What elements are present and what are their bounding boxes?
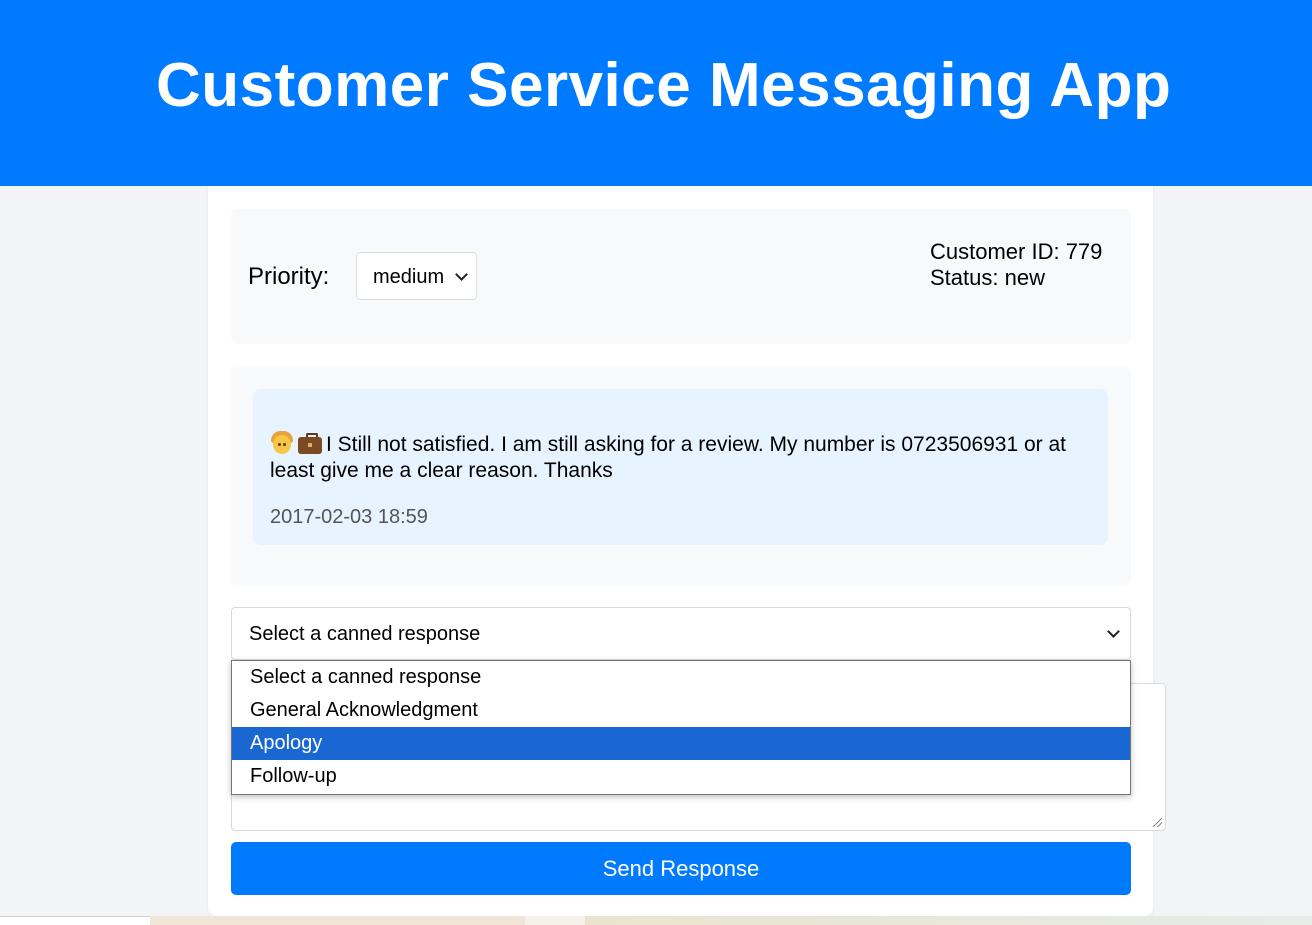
app-header: Customer Service Messaging App <box>0 0 1312 186</box>
page-bottom-strip <box>0 916 1312 925</box>
resize-handle-icon[interactable] <box>1153 818 1162 827</box>
message-body: I Still not satisfied. I am still asking… <box>270 431 1090 484</box>
person-icon <box>270 431 294 455</box>
chevron-down-icon <box>455 268 468 281</box>
chevron-down-icon <box>1107 625 1120 638</box>
priority-select[interactable]: medium <box>356 252 477 300</box>
priority-select-value: medium <box>373 266 445 288</box>
message-bubble: I Still not satisfied. I am still asking… <box>253 389 1108 545</box>
canned-response-dropdown: Select a canned response General Acknowl… <box>231 660 1131 795</box>
ticket-info-panel: Priority: medium Customer ID: 779 Status… <box>231 209 1131 344</box>
send-response-button[interactable]: Send Response <box>231 842 1131 895</box>
briefcase-icon <box>298 431 322 455</box>
canned-response-select[interactable]: Select a canned response <box>231 607 1131 660</box>
message-text: I Still not satisfied. I am still asking… <box>270 433 1067 482</box>
customer-id: Customer ID: 779 <box>930 239 1103 264</box>
customer-meta: Customer ID: 779 Status: new <box>930 239 1102 291</box>
canned-response-select-value: Select a canned response <box>249 623 481 645</box>
dropdown-option-highlighted[interactable]: Apology <box>232 727 1130 760</box>
dropdown-option[interactable]: Follow-up <box>232 760 1130 793</box>
message-timestamp: 2017-02-03 18:59 <box>270 506 428 528</box>
app-title: Customer Service Messaging App <box>156 51 1172 120</box>
customer-status: Status: new <box>930 265 1045 290</box>
dropdown-option[interactable]: Select a canned response <box>232 661 1130 694</box>
main-card: Priority: medium Customer ID: 779 Status… <box>208 186 1166 916</box>
priority-label: Priority: <box>248 263 330 290</box>
messages-panel: I Still not satisfied. I am still asking… <box>231 367 1131 585</box>
dropdown-option[interactable]: General Acknowledgment <box>232 694 1130 727</box>
